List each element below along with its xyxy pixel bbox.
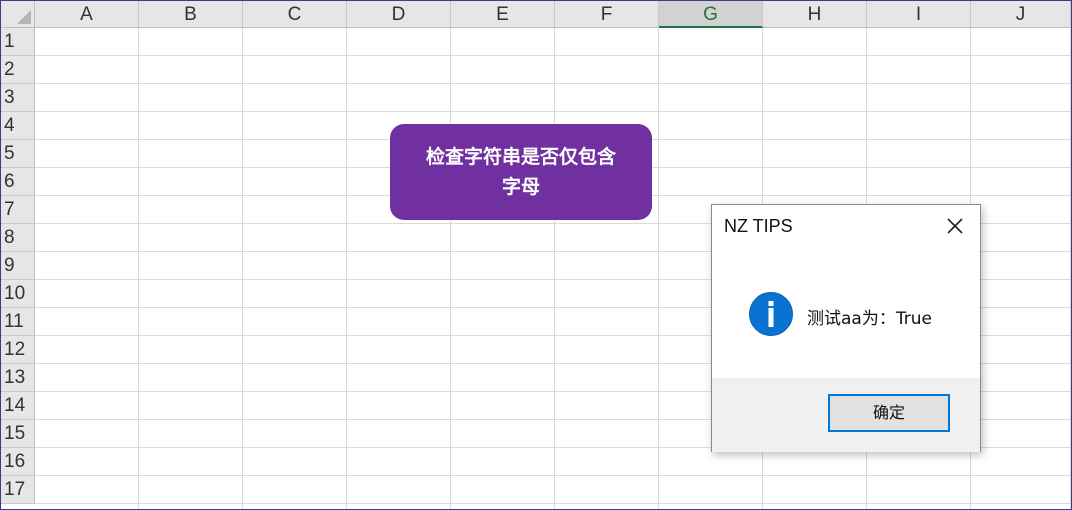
column-gridline <box>450 28 451 509</box>
row-header-16[interactable]: 16 <box>1 448 35 476</box>
select-all-triangle-icon <box>17 10 31 24</box>
column-header-d[interactable]: D <box>347 1 451 28</box>
dialog-footer: 确定 <box>712 378 980 452</box>
row-gridline <box>35 475 1071 476</box>
dialog-message: 测试aa为：True <box>807 309 932 329</box>
row-header-1[interactable]: 1 <box>1 28 35 56</box>
column-header-h[interactable]: H <box>763 1 867 28</box>
shape-text-line-1: 检查字符串是否仅包含 <box>425 146 616 168</box>
column-header-a[interactable]: A <box>35 1 139 28</box>
column-gridline <box>1070 28 1071 509</box>
column-header-c[interactable]: C <box>243 1 347 28</box>
row-header-3[interactable]: 3 <box>1 84 35 112</box>
column-header-i[interactable]: I <box>867 1 971 28</box>
dialog-title: NZ TIPS <box>724 216 793 236</box>
column-header-e[interactable]: E <box>451 1 555 28</box>
info-icon <box>749 292 793 336</box>
message-box-dialog: NZ TIPS 测试aa为：True 确定 <box>711 204 981 452</box>
row-header-9[interactable]: 9 <box>1 252 35 280</box>
row-header-11[interactable]: 11 <box>1 308 35 336</box>
close-icon[interactable] <box>942 213 968 239</box>
row-gridline <box>35 503 1071 504</box>
shape-text-line-2: 字母 <box>501 176 540 198</box>
row-gridline <box>35 55 1071 56</box>
column-header-j[interactable]: J <box>971 1 1071 28</box>
row-header-15[interactable]: 15 <box>1 420 35 448</box>
row-header-2[interactable]: 2 <box>1 56 35 84</box>
column-gridline <box>554 28 555 509</box>
select-all-corner[interactable] <box>1 1 35 28</box>
row-header-7[interactable]: 7 <box>1 196 35 224</box>
purple-textbox-shape[interactable]: 检查字符串是否仅包含 字母 <box>390 124 652 220</box>
row-header-4[interactable]: 4 <box>1 112 35 140</box>
row-header-8[interactable]: 8 <box>1 224 35 252</box>
row-header-14[interactable]: 14 <box>1 392 35 420</box>
column-header-f[interactable]: F <box>555 1 659 28</box>
column-gridline <box>242 28 243 509</box>
row-header-5[interactable]: 5 <box>1 140 35 168</box>
column-header-b[interactable]: B <box>139 1 243 28</box>
spreadsheet-window: A B C D E F G H I J 1 2 3 4 5 6 7 8 9 10 11 12 13 14 15 16 17 检查字符… <box>0 0 1072 510</box>
column-gridline <box>138 28 139 509</box>
row-header-6[interactable]: 6 <box>1 168 35 196</box>
row-header-12[interactable]: 12 <box>1 336 35 364</box>
ok-button[interactable]: 确定 <box>828 394 950 432</box>
column-header-g[interactable]: G <box>659 1 763 28</box>
row-gridline <box>35 111 1071 112</box>
row-gridline <box>35 83 1071 84</box>
row-header-17[interactable]: 17 <box>1 476 35 504</box>
column-gridline <box>346 28 347 509</box>
dialog-body: 测试aa为：True <box>712 249 980 377</box>
row-header-10[interactable]: 10 <box>1 280 35 308</box>
row-header-13[interactable]: 13 <box>1 364 35 392</box>
column-gridline <box>658 28 659 509</box>
